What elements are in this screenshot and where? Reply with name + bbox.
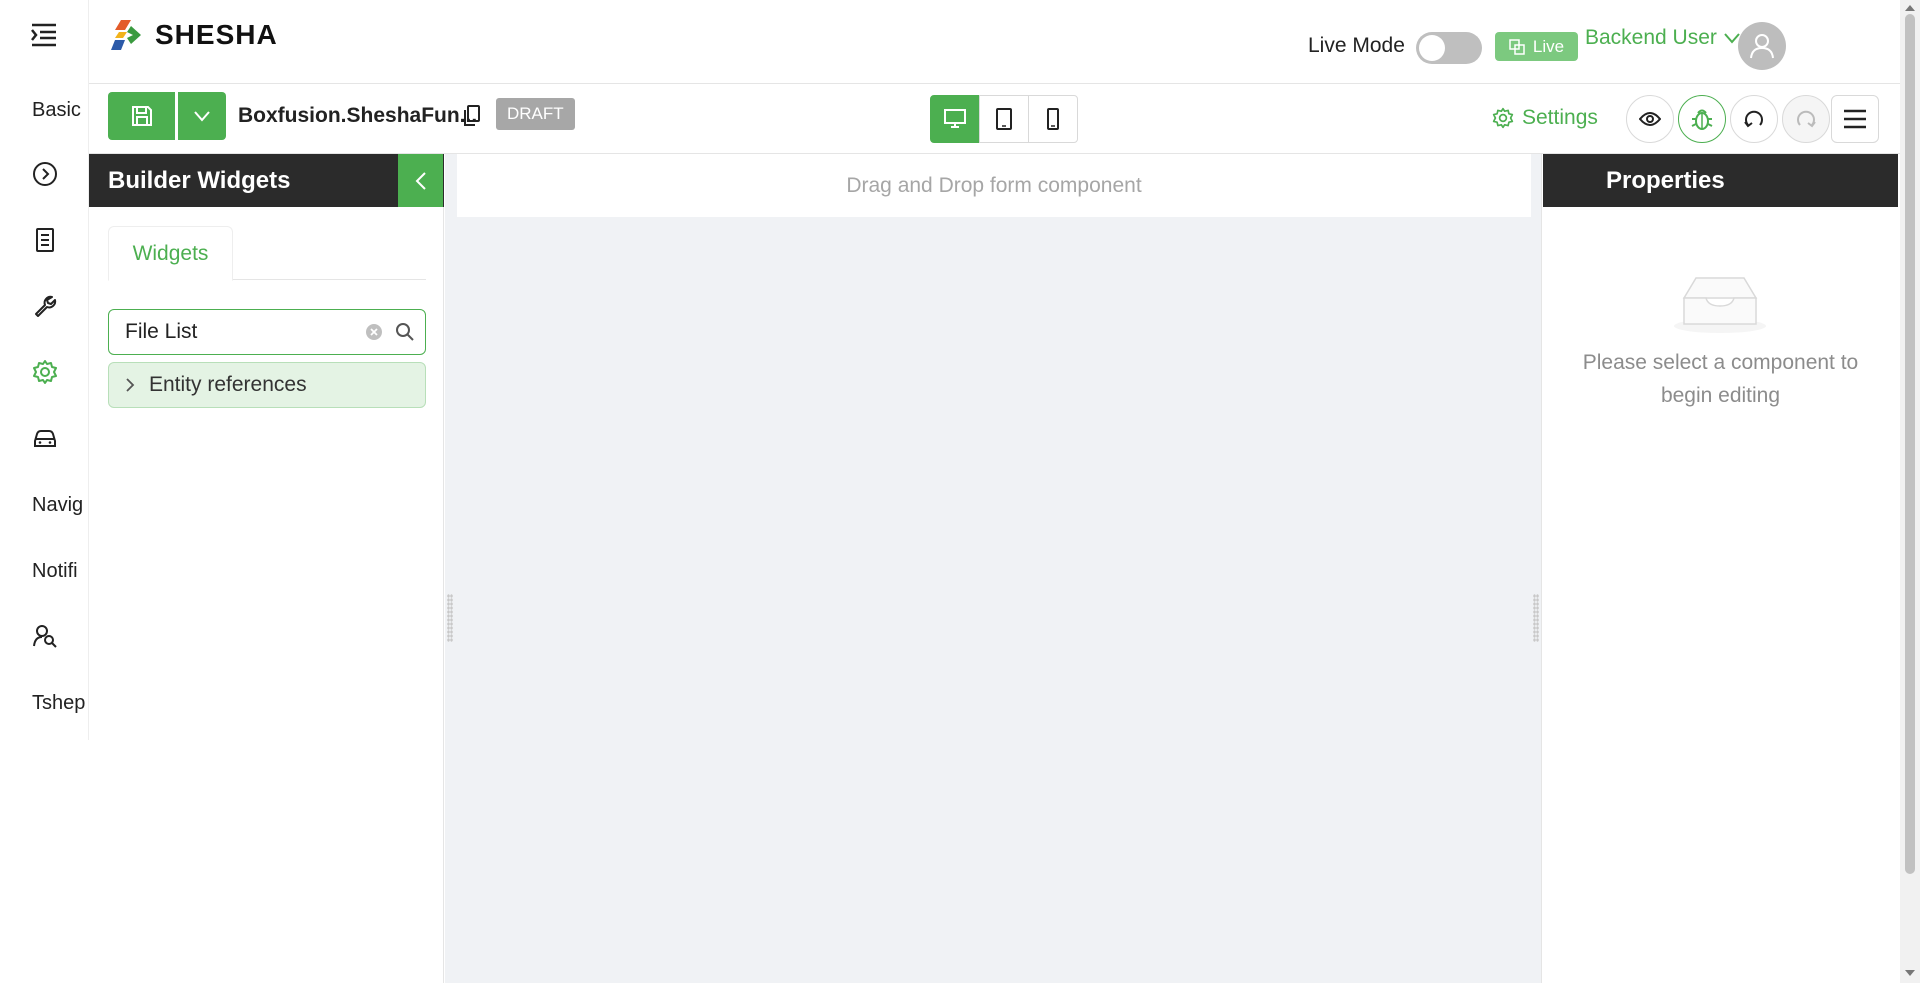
eye-icon [1639,112,1661,126]
avatar[interactable] [1738,22,1786,70]
sidebar-item-play[interactable] [0,149,89,199]
right-resize-handle[interactable] [1533,594,1539,642]
sidebar-item-navigation[interactable]: Navig [0,480,89,530]
user-name: Backend User [1585,26,1717,49]
properties-panel-header: Properties [1543,154,1898,207]
undo-icon [1744,110,1763,128]
sidebar-item-label: Tshep [32,691,86,714]
mobile-icon [1047,108,1059,130]
settings-label: Settings [1522,106,1598,129]
debug-button[interactable] [1678,95,1726,143]
app-root: Basic Navig Notifi Tshep SHESHA Live Mod… [0,0,1920,983]
sidebar-item-notifications[interactable]: Notifi [0,546,89,596]
tablet-icon [996,108,1012,130]
chevron-left-icon [415,171,426,190]
desktop-icon [944,109,966,128]
empty-inbox-icon [1674,277,1766,333]
live-button-label: Live [1532,36,1565,56]
search-value: File List [125,320,198,343]
copy-icon [1509,38,1525,55]
tablet-view-button[interactable] [979,95,1029,143]
mobile-view-button[interactable] [1028,95,1078,143]
save-options-button[interactable] [178,92,226,140]
hamburger-icon [1844,109,1866,129]
gear-icon [1492,107,1514,129]
sidebar-item-vehicle[interactable] [0,413,89,463]
sidebar-item-tshep[interactable]: Tshep [0,678,89,728]
gear-icon [33,360,57,384]
chevron-down-icon [194,111,210,122]
menu-toggle-icon[interactable] [30,22,60,50]
page-scrollbar[interactable] [1900,0,1920,983]
category-entity-references[interactable]: Entity references [108,362,426,408]
redo-icon [1797,110,1816,128]
save-button[interactable] [108,92,175,140]
drop-zone[interactable]: Drag and Drop form component [457,154,1531,217]
scroll-thumb[interactable] [1905,14,1915,874]
play-circle-icon [33,162,57,186]
bug-icon [1691,109,1713,130]
status-badge: DRAFT [496,98,575,130]
scroll-up-icon[interactable] [1905,5,1915,11]
widgets-panel-header: Builder Widgets [89,154,444,207]
sidebar-item-label: Navig [32,493,84,516]
user-search-icon [33,625,57,648]
tab-widgets[interactable]: Widgets [108,226,233,281]
app-logo[interactable]: SHESHA [111,18,278,52]
live-mode-label: Live Mode [1308,34,1405,57]
desktop-view-button[interactable] [930,95,980,143]
properties-panel-title: Properties [1606,166,1725,194]
live-button[interactable]: Live [1495,32,1578,61]
user-icon [1750,34,1774,59]
designer-toolbar: Boxfusion.SheshaFun... DRAFT Settings [89,84,1900,154]
redo-button[interactable] [1782,95,1830,143]
chevron-right-icon [126,378,135,392]
shesha-logo-icon [111,20,141,50]
left-resize-handle[interactable] [447,594,453,642]
copy-icon[interactable] [462,105,482,132]
undo-button[interactable] [1730,95,1778,143]
sidebar-item-document[interactable] [0,215,89,265]
sidebar-item-label: Notifi [32,559,78,582]
widgets-panel: Builder Widgets Widgets File List Entity… [89,154,444,983]
collapse-panel-button[interactable] [398,154,443,207]
user-menu[interactable]: Backend User [1585,26,1741,50]
drop-hint: Drag and Drop form component [846,173,1142,197]
empty-state-text: Please select a component to begin editi… [1582,351,1859,407]
clear-icon[interactable] [365,323,383,341]
live-mode-toggle[interactable] [1416,32,1482,64]
properties-panel: Properties Please select a component to … [1543,154,1898,983]
document-icon [36,228,54,252]
logo-text: SHESHA [155,19,278,50]
search-icon[interactable] [395,322,415,342]
sidebar: Basic Navig Notifi Tshep [0,0,89,740]
form-canvas[interactable]: Drag and Drop form component [445,154,1542,983]
sidebar-item-users[interactable] [0,611,89,661]
widgets-panel-title: Builder Widgets [108,166,291,194]
wrench-icon [35,295,57,317]
settings-button[interactable]: Settings [1492,106,1598,130]
save-icon [131,106,152,126]
widget-search-input[interactable]: File List [108,309,426,355]
widgets-tabs: Widgets [108,226,426,281]
top-header: SHESHA Live Mode Live Backend User [89,0,1900,84]
sidebar-item-settings[interactable] [0,347,89,397]
preview-button[interactable] [1626,95,1674,143]
category-label: Entity references [149,373,307,396]
form-name: Boxfusion.SheshaFun... [238,104,478,127]
car-icon [34,430,56,447]
sidebar-item-basic[interactable]: Basic [0,85,89,135]
scroll-down-icon[interactable] [1905,970,1915,976]
sidebar-item-tools[interactable] [0,281,89,331]
more-menu-button[interactable] [1831,95,1879,143]
sidebar-item-label: Basic [32,98,81,121]
device-switcher [930,95,1078,143]
